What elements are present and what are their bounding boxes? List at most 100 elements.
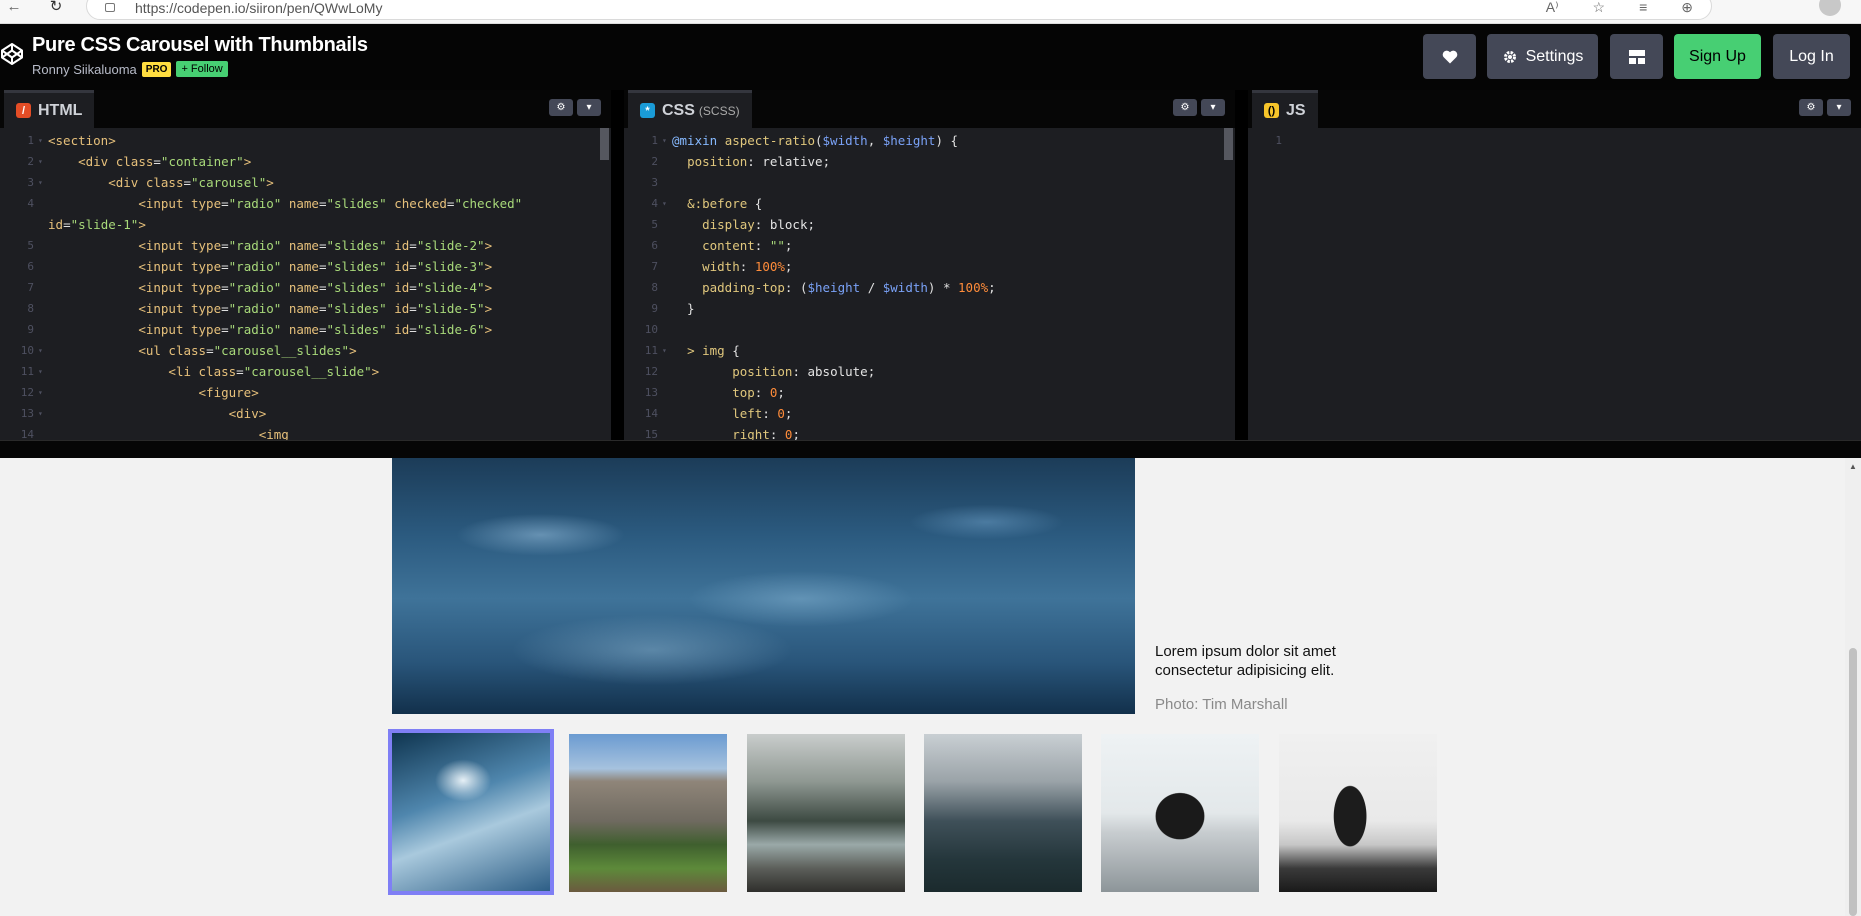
code-line[interactable]: 15 right: 0; xyxy=(624,424,1235,440)
fold-arrow-icon[interactable]: ▾ xyxy=(662,193,667,214)
code-line[interactable]: 1 ▾ <section> xyxy=(0,130,611,151)
url-text[interactable]: https://codepen.io/siiron/pen/QWwLoMy xyxy=(135,0,382,16)
fold-arrow-icon[interactable]: ▾ xyxy=(38,172,43,193)
code-line[interactable]: 10 xyxy=(624,319,1235,340)
line-number: 13 xyxy=(644,386,658,399)
change-view-button[interactable] xyxy=(1610,34,1663,79)
profile-avatar[interactable] xyxy=(1819,0,1841,16)
fold-arrow-icon[interactable]: ▾ xyxy=(662,130,667,151)
pen-title[interactable]: Pure CSS Carousel with Thumbnails xyxy=(32,34,368,57)
js-settings-gear-icon[interactable]: ⚙ xyxy=(1799,99,1823,116)
code-line[interactable]: 9 } xyxy=(624,298,1235,319)
code-line[interactable]: 12 position: absolute; xyxy=(624,361,1235,382)
love-button[interactable] xyxy=(1423,34,1476,79)
js-code-area[interactable]: 1 xyxy=(1248,128,1861,440)
author-name[interactable]: Ronny Siikaluoma xyxy=(32,62,137,77)
html-settings-gear-icon[interactable]: ⚙ xyxy=(549,99,573,116)
thumbnail-3[interactable] xyxy=(747,734,905,892)
code-line[interactable]: 13 ▾ <div> xyxy=(0,403,611,424)
reload-icon[interactable]: ↻ xyxy=(46,0,66,18)
code-line[interactable]: 8 <input type="radio" name="slides" id="… xyxy=(0,298,611,319)
code-line[interactable]: 4 ▾ &:before { xyxy=(624,193,1235,214)
thumbnail-4[interactable] xyxy=(924,734,1082,892)
html-code-area[interactable]: 1 ▾ <section> 2 ▾ <div class="container"> 3 ▾ … xyxy=(0,128,611,440)
code-token: = xyxy=(318,259,327,274)
code-line[interactable]: 11 ▾ <li class="carousel__slide"> xyxy=(0,361,611,382)
favorites-list-icon[interactable]: ≡ xyxy=(1639,0,1647,16)
scroll-up-icon[interactable]: ▲ xyxy=(1849,462,1857,471)
css-code-area[interactable]: 1 ▾ @mixin aspect-ratio($width, $height) {… xyxy=(624,128,1235,440)
code-token: > img xyxy=(687,343,725,358)
editor-resize-handle[interactable] xyxy=(0,440,1861,458)
fold-arrow-icon[interactable]: ▾ xyxy=(38,340,43,361)
sign-up-button[interactable]: Sign Up xyxy=(1674,34,1761,79)
page-scrollbar[interactable]: ▲ xyxy=(1845,458,1861,916)
code-line[interactable]: 7 width: 100%; xyxy=(624,256,1235,277)
css-chevron-down-icon[interactable]: ▾ xyxy=(1201,99,1225,116)
thumbnail-6[interactable] xyxy=(1279,734,1437,892)
code-text: width: 100%; xyxy=(672,256,792,277)
favorite-icon[interactable]: ☆ xyxy=(1593,0,1606,16)
code-token: name xyxy=(288,301,319,316)
code-line[interactable]: 8 padding-top: ($height / $width) * 100%… xyxy=(624,277,1235,298)
log-in-button[interactable]: Log In xyxy=(1773,34,1850,79)
collections-icon[interactable]: ⊕ xyxy=(1681,0,1693,16)
fold-arrow-icon[interactable]: ▾ xyxy=(38,130,43,151)
fold-arrow-icon[interactable]: ▾ xyxy=(662,340,667,361)
code-line[interactable]: 2 position: relative; xyxy=(624,151,1235,172)
code-line[interactable]: 5 display: block; xyxy=(624,214,1235,235)
code-line[interactable]: 9 <input type="radio" name="slides" id="… xyxy=(0,319,611,340)
code-line[interactable]: 1 xyxy=(1248,130,1861,151)
code-text: top: 0; xyxy=(672,382,785,403)
codepen-logo-icon[interactable] xyxy=(0,42,24,66)
thumbnail-1[interactable] xyxy=(388,729,554,895)
thumbnail-5[interactable] xyxy=(1101,734,1259,892)
code-line[interactable]: 11 ▾ > img { xyxy=(624,340,1235,361)
code-line[interactable]: 10 ▾ <ul class="carousel__slides"> xyxy=(0,340,611,361)
line-number: 14 xyxy=(644,407,658,420)
js-editor-tab[interactable]: () JS xyxy=(1252,90,1318,128)
fold-arrow-icon[interactable]: ▾ xyxy=(38,382,43,403)
code-token: <input xyxy=(138,301,191,316)
code-line[interactable]: 14 left: 0; xyxy=(624,403,1235,424)
code-line[interactable]: 13 top: 0; xyxy=(624,382,1235,403)
html-editor-tab[interactable]: / HTML xyxy=(4,90,95,128)
settings-button[interactable]: Settings xyxy=(1487,34,1598,79)
css-settings-gear-icon[interactable]: ⚙ xyxy=(1173,99,1197,116)
fold-arrow-icon[interactable]: ▾ xyxy=(38,361,43,382)
code-line[interactable]: 5 <input type="radio" name="slides" id="… xyxy=(0,235,611,256)
code-line[interactable]: 3 ▾ <div class="carousel"> xyxy=(0,172,611,193)
code-line[interactable]: 12 ▾ <figure> xyxy=(0,382,611,403)
js-chevron-down-icon[interactable]: ▾ xyxy=(1827,99,1851,116)
thumbnail-2[interactable] xyxy=(569,734,727,892)
code-token: ; xyxy=(777,385,785,400)
code-line[interactable]: 3 xyxy=(624,172,1235,193)
code-line[interactable]: 6 <input type="radio" name="slides" id="… xyxy=(0,256,611,277)
css-editor-tab[interactable]: * CSS (SCSS) xyxy=(628,90,752,128)
code-line[interactable]: 14 <img xyxy=(0,424,611,440)
code-line[interactable]: 2 ▾ <div class="container"> xyxy=(0,151,611,172)
code-line[interactable]: 7 <input type="radio" name="slides" id="… xyxy=(0,277,611,298)
fold-arrow-icon[interactable]: ▾ xyxy=(38,403,43,424)
read-aloud-icon[interactable]: A⁾ xyxy=(1546,0,1559,16)
code-line[interactable]: 1 ▾ @mixin aspect-ratio($width, $height) { xyxy=(624,130,1235,151)
follow-button[interactable]: + Follow xyxy=(176,61,228,77)
address-bar[interactable]: https://codepen.io/siiron/pen/QWwLoMy A⁾… xyxy=(86,0,1712,20)
code-line[interactable]: 6 content: ""; xyxy=(624,235,1235,256)
html-scrollbar[interactable] xyxy=(600,128,609,160)
html-chevron-down-icon[interactable]: ▾ xyxy=(577,99,601,116)
code-line[interactable]: 4 <input type="radio" name="slides" chec… xyxy=(0,193,611,214)
back-icon[interactable]: ← xyxy=(4,0,24,18)
line-number: 4 xyxy=(27,197,34,210)
css-scrollbar[interactable] xyxy=(1224,128,1233,160)
fold-arrow-icon[interactable]: ▾ xyxy=(38,151,43,172)
code-line[interactable]: id="slide-1"> xyxy=(0,214,611,235)
page-scrollbar-thumb[interactable] xyxy=(1849,648,1857,916)
code-token: ; xyxy=(784,259,793,274)
